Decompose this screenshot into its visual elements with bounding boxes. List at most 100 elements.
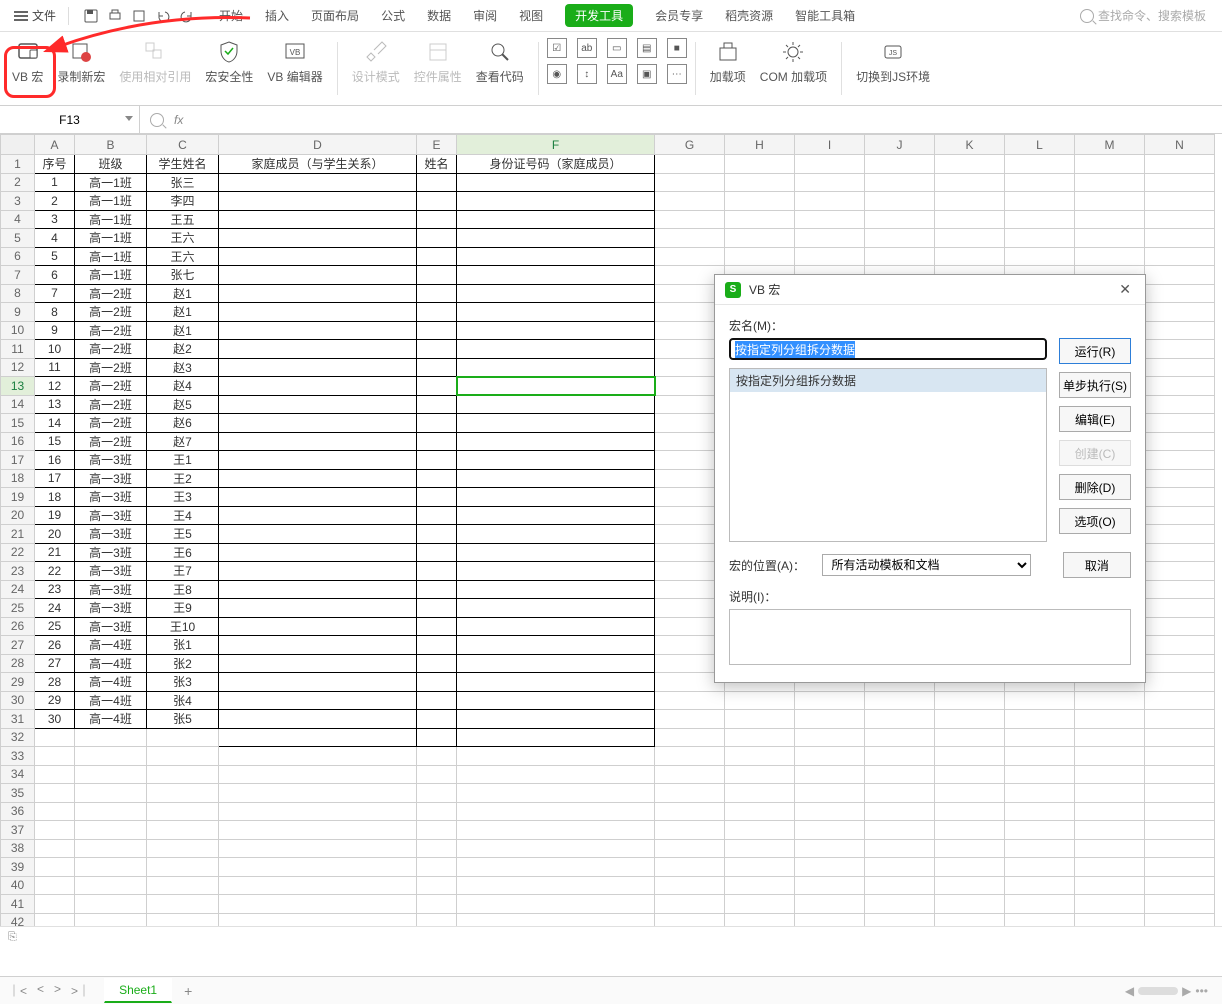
- cell-A34[interactable]: [35, 765, 75, 784]
- cell-B41[interactable]: [75, 895, 147, 914]
- cell-E3[interactable]: [417, 192, 457, 211]
- cell-C31[interactable]: 张5: [147, 710, 219, 729]
- cell-N14[interactable]: [1145, 395, 1215, 414]
- cell-N5[interactable]: [1145, 229, 1215, 248]
- command-search[interactable]: 查找命令、搜索模板: [1072, 7, 1214, 24]
- cell-L3[interactable]: [1005, 192, 1075, 211]
- cell-F36[interactable]: [457, 802, 655, 821]
- menu-tab-9[interactable]: 稻壳资源: [725, 3, 773, 28]
- cell-N23[interactable]: [1145, 562, 1215, 581]
- cell-L31[interactable]: [1005, 710, 1075, 729]
- cell-I38[interactable]: [795, 839, 865, 858]
- cell-N12[interactable]: [1145, 358, 1215, 377]
- listbox-control-icon[interactable]: ▤: [637, 38, 657, 58]
- label-control-icon[interactable]: Aa: [607, 64, 627, 84]
- cell-D30[interactable]: [219, 691, 417, 710]
- cell-H35[interactable]: [725, 784, 795, 803]
- cell-B19[interactable]: 高一3班: [75, 488, 147, 507]
- cell-G42[interactable]: [655, 913, 725, 926]
- cell-C19[interactable]: 王3: [147, 488, 219, 507]
- cell-E38[interactable]: [417, 839, 457, 858]
- col-header-J[interactable]: J: [865, 135, 935, 155]
- cell-B15[interactable]: 高一2班: [75, 414, 147, 433]
- cell-C25[interactable]: 王9: [147, 599, 219, 618]
- cell-M4[interactable]: [1075, 210, 1145, 229]
- cell-K1[interactable]: [935, 155, 1005, 174]
- cell-D25[interactable]: [219, 599, 417, 618]
- cell-H1[interactable]: [725, 155, 795, 174]
- row-header-25[interactable]: 25: [1, 599, 35, 618]
- cell-F21[interactable]: [457, 525, 655, 544]
- checkbox-control-icon[interactable]: ☑: [547, 38, 567, 58]
- cell-E13[interactable]: [417, 377, 457, 396]
- cell-N18[interactable]: [1145, 469, 1215, 488]
- cell-J5[interactable]: [865, 229, 935, 248]
- cell-N11[interactable]: [1145, 340, 1215, 359]
- cell-C2[interactable]: 张三: [147, 173, 219, 192]
- cell-F14[interactable]: [457, 395, 655, 414]
- cell-E37[interactable]: [417, 821, 457, 840]
- cell-N19[interactable]: [1145, 488, 1215, 507]
- cell-D7[interactable]: [219, 266, 417, 285]
- cell-F5[interactable]: [457, 229, 655, 248]
- cell-D31[interactable]: [219, 710, 417, 729]
- cell-B2[interactable]: 高一1班: [75, 173, 147, 192]
- cell-N32[interactable]: [1145, 728, 1215, 747]
- cell-A30[interactable]: 29: [35, 691, 75, 710]
- cell-A33[interactable]: [35, 747, 75, 766]
- cell-K32[interactable]: [935, 728, 1005, 747]
- row-header-1[interactable]: 1: [1, 155, 35, 174]
- cell-N26[interactable]: [1145, 617, 1215, 636]
- cell-C32[interactable]: [147, 728, 219, 747]
- cell-F39[interactable]: [457, 858, 655, 877]
- cell-N35[interactable]: [1145, 784, 1215, 803]
- cell-G31[interactable]: [655, 710, 725, 729]
- row-header-37[interactable]: 37: [1, 821, 35, 840]
- cell-B29[interactable]: 高一4班: [75, 673, 147, 692]
- options-button[interactable]: 选项(O): [1059, 508, 1131, 534]
- cell-F20[interactable]: [457, 506, 655, 525]
- cell-J35[interactable]: [865, 784, 935, 803]
- cell-I41[interactable]: [795, 895, 865, 914]
- cell-I1[interactable]: [795, 155, 865, 174]
- cell-I39[interactable]: [795, 858, 865, 877]
- cell-M6[interactable]: [1075, 247, 1145, 266]
- cell-N9[interactable]: [1145, 303, 1215, 322]
- cell-F27[interactable]: [457, 636, 655, 655]
- cell-B17[interactable]: 高一3班: [75, 451, 147, 470]
- cell-D35[interactable]: [219, 784, 417, 803]
- cell-F15[interactable]: [457, 414, 655, 433]
- cell-L6[interactable]: [1005, 247, 1075, 266]
- cell-L5[interactable]: [1005, 229, 1075, 248]
- cell-I4[interactable]: [795, 210, 865, 229]
- add-sheet-button[interactable]: +: [178, 983, 198, 999]
- cell-E23[interactable]: [417, 562, 457, 581]
- cell-C29[interactable]: 张3: [147, 673, 219, 692]
- cell-B4[interactable]: 高一1班: [75, 210, 147, 229]
- cell-B3[interactable]: 高一1班: [75, 192, 147, 211]
- row-header-29[interactable]: 29: [1, 673, 35, 692]
- macro-list[interactable]: 按指定列分组拆分数据: [729, 368, 1047, 542]
- zoom-icon[interactable]: [150, 113, 164, 127]
- row-header-23[interactable]: 23: [1, 562, 35, 581]
- cell-B33[interactable]: [75, 747, 147, 766]
- cell-C22[interactable]: 王6: [147, 543, 219, 562]
- cell-A29[interactable]: 28: [35, 673, 75, 692]
- cell-F26[interactable]: [457, 617, 655, 636]
- cell-C14[interactable]: 赵5: [147, 395, 219, 414]
- cell-D41[interactable]: [219, 895, 417, 914]
- cell-E36[interactable]: [417, 802, 457, 821]
- cell-F33[interactable]: [457, 747, 655, 766]
- cell-E15[interactable]: [417, 414, 457, 433]
- cell-A11[interactable]: 10: [35, 340, 75, 359]
- redo-icon[interactable]: [179, 8, 195, 24]
- cell-A7[interactable]: 6: [35, 266, 75, 285]
- cell-G34[interactable]: [655, 765, 725, 784]
- cell-E9[interactable]: [417, 303, 457, 322]
- cell-J34[interactable]: [865, 765, 935, 784]
- addins-button[interactable]: 加载项: [704, 38, 752, 105]
- col-header-G[interactable]: G: [655, 135, 725, 155]
- cell-N28[interactable]: [1145, 654, 1215, 673]
- cell-F30[interactable]: [457, 691, 655, 710]
- cell-B18[interactable]: 高一3班: [75, 469, 147, 488]
